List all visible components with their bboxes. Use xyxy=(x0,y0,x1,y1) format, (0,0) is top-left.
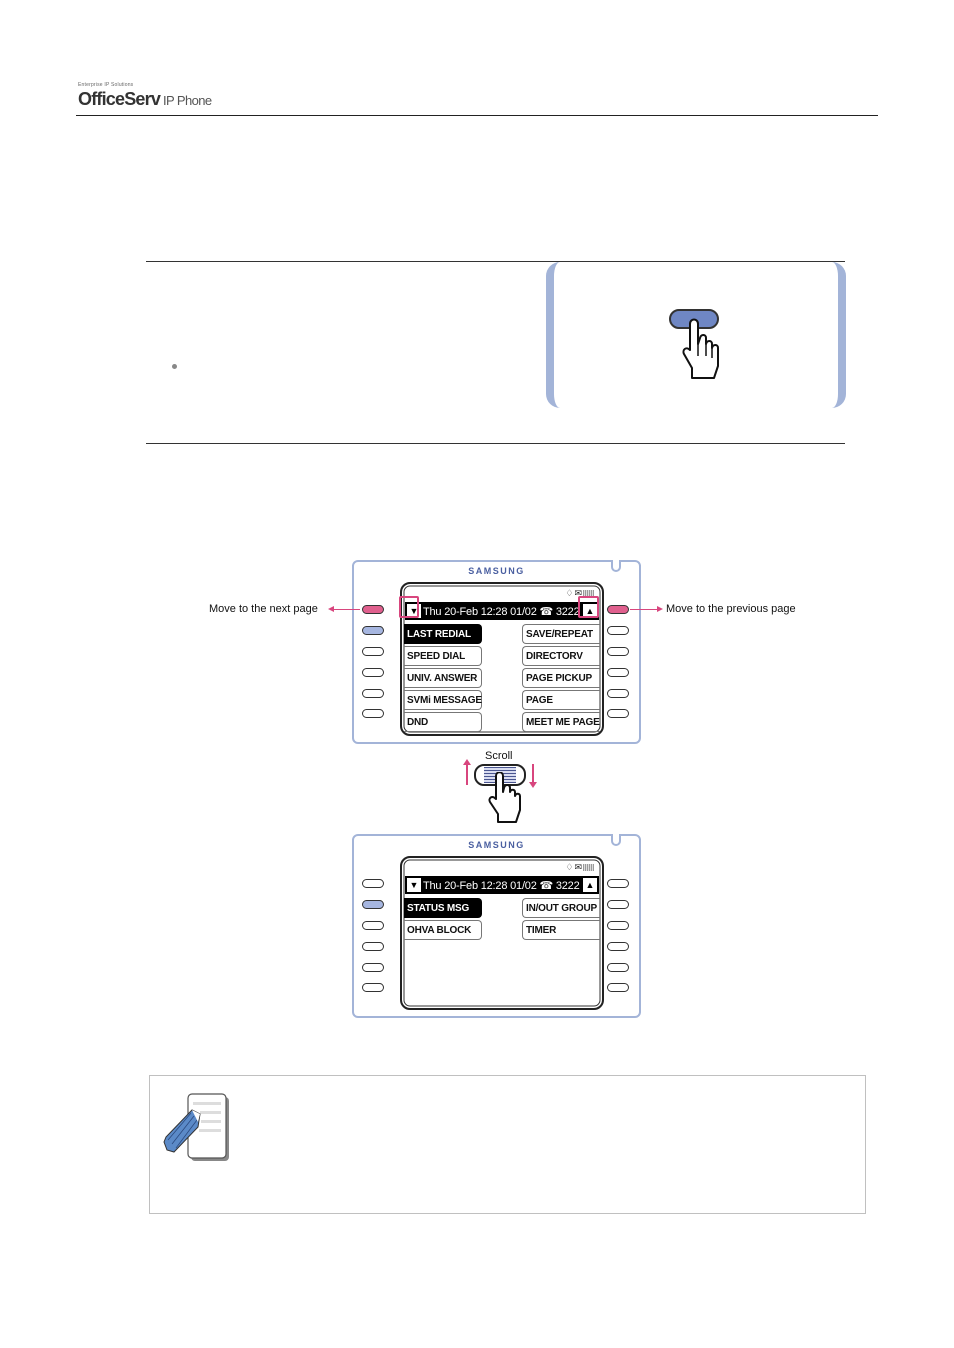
scroll-hand-icon xyxy=(488,772,521,823)
lcd-screen: ♢ ✉ ▼ Thu 20-Feb 12:28 01/02 ☎ 3222 ▲ ST… xyxy=(400,856,604,1010)
left-side-button-4[interactable] xyxy=(362,942,384,951)
callout-arrow-left-line xyxy=(333,609,360,610)
right-side-button-6[interactable] xyxy=(607,709,629,718)
document-header: Enterprise IP Solutions OfficeServ IP Pho… xyxy=(78,82,212,110)
phone-tab xyxy=(611,834,621,846)
right-side-button-3[interactable] xyxy=(607,921,629,930)
phone-display-page-2: SAMSUNG ♢ ✉ ▼ Thu 20-Feb 12:28 01/02 ☎ 3… xyxy=(352,834,641,1018)
callout-arrow-right-head xyxy=(657,606,663,612)
status-icons: ♢ ✉ xyxy=(565,862,594,873)
soft-key-last-redial[interactable]: LAST REDIAL xyxy=(404,624,482,644)
previous-page-highlight xyxy=(578,596,599,618)
brand-name: OfficeServ xyxy=(78,89,161,109)
left-side-button-3[interactable] xyxy=(362,921,384,930)
soft-key-meet-me-page[interactable]: MEET ME PAGE xyxy=(522,712,600,732)
soft-key-status-msg[interactable]: STATUS MSG xyxy=(404,898,482,918)
callout-arrow-right-line xyxy=(630,609,657,610)
right-side-button-1[interactable] xyxy=(607,879,629,888)
button-illustration-frame xyxy=(546,262,846,408)
right-side-button-4[interactable] xyxy=(607,942,629,951)
left-side-button-5[interactable] xyxy=(362,689,384,698)
left-side-button-6[interactable] xyxy=(362,709,384,718)
scroll-down-arrow-icon xyxy=(529,764,537,788)
left-side-button-2[interactable] xyxy=(362,626,384,635)
soft-key-page-pickup[interactable]: PAGE PICKUP xyxy=(522,668,600,688)
soft-key-univ-answer[interactable]: UNIV. ANSWER xyxy=(404,668,482,688)
lcd-status-bar: ▼ Thu 20-Feb 12:28 01/02 ☎ 3222 ▲ xyxy=(405,602,599,620)
soft-key-svmi-message[interactable]: SVMi MESSAGE xyxy=(404,690,482,710)
left-side-button-1[interactable] xyxy=(362,879,384,888)
right-side-button-2[interactable] xyxy=(607,626,629,635)
soft-key-timer[interactable]: TIMER xyxy=(522,920,600,940)
right-side-button-5[interactable] xyxy=(607,689,629,698)
page-down-arrow-icon[interactable]: ▼ xyxy=(407,878,421,892)
brand-tagline: Enterprise IP Solutions xyxy=(78,82,134,88)
soft-key-dnd[interactable]: DND xyxy=(404,712,482,732)
soft-key-in-out-group[interactable]: IN/OUT GROUP xyxy=(522,898,600,918)
mail-icon: ✉ xyxy=(574,862,582,872)
bracket-left xyxy=(546,262,562,408)
section-bottom-divider xyxy=(146,443,845,444)
right-side-button-6[interactable] xyxy=(607,983,629,992)
soft-key-directory[interactable]: DIRECTORV xyxy=(522,646,600,666)
phone-tab xyxy=(611,560,621,572)
right-side-button-5[interactable] xyxy=(607,963,629,972)
left-side-button-6[interactable] xyxy=(362,983,384,992)
scroll-up-arrow-icon xyxy=(463,759,471,785)
samsung-logo: SAMSUNG xyxy=(468,840,525,850)
right-side-button-2[interactable] xyxy=(607,900,629,909)
right-side-button-3[interactable] xyxy=(607,647,629,656)
bell-icon: ♢ xyxy=(565,588,574,598)
next-page-highlight xyxy=(399,596,419,618)
note-box xyxy=(149,1075,866,1214)
bracket-right xyxy=(830,262,846,408)
soft-key-page[interactable]: PAGE xyxy=(522,690,600,710)
header-divider xyxy=(76,115,878,116)
press-button-hand-icon xyxy=(669,309,719,379)
left-side-button-1[interactable] xyxy=(362,605,384,614)
soft-key-ohva-block[interactable]: OHVA BLOCK xyxy=(404,920,482,940)
scroll-label: Scroll xyxy=(485,750,513,762)
bell-icon: ♢ xyxy=(565,862,574,872)
date-time-extension: Thu 20-Feb 12:28 01/02 ☎ 3222 xyxy=(423,879,580,892)
brand-logo: OfficeServ IP Phone xyxy=(78,89,212,110)
callout-previous-page: Move to the previous page xyxy=(666,603,796,615)
callout-next-page: Move to the next page xyxy=(209,603,318,615)
product-name: IP Phone xyxy=(163,93,212,108)
soft-key-speed-dial[interactable]: SPEED DIAL xyxy=(404,646,482,666)
lcd-status-bar: ▼ Thu 20-Feb 12:28 01/02 ☎ 3222 ▲ xyxy=(405,876,599,894)
phone-display-page-1: SAMSUNG ♢ ✉ ▼ Thu 20-Feb 12:28 01/02 ☎ 3… xyxy=(352,560,641,744)
right-side-button-1[interactable] xyxy=(607,605,629,614)
soft-key-save-repeat[interactable]: SAVE/REPEAT xyxy=(522,624,600,644)
right-side-button-4[interactable] xyxy=(607,668,629,677)
date-time-extension: Thu 20-Feb 12:28 01/02 ☎ 3222 xyxy=(423,605,580,618)
left-side-button-5[interactable] xyxy=(362,963,384,972)
left-side-button-4[interactable] xyxy=(362,668,384,677)
bullet-point xyxy=(172,364,177,369)
note-pencil-icon xyxy=(163,1093,229,1161)
lcd-screen: ♢ ✉ ▼ Thu 20-Feb 12:28 01/02 ☎ 3222 ▲ LA… xyxy=(400,582,604,736)
left-side-button-2[interactable] xyxy=(362,900,384,909)
battery-icon xyxy=(583,864,594,871)
page-up-arrow-icon[interactable]: ▲ xyxy=(583,878,597,892)
samsung-logo: SAMSUNG xyxy=(468,566,525,576)
left-side-button-3[interactable] xyxy=(362,647,384,656)
